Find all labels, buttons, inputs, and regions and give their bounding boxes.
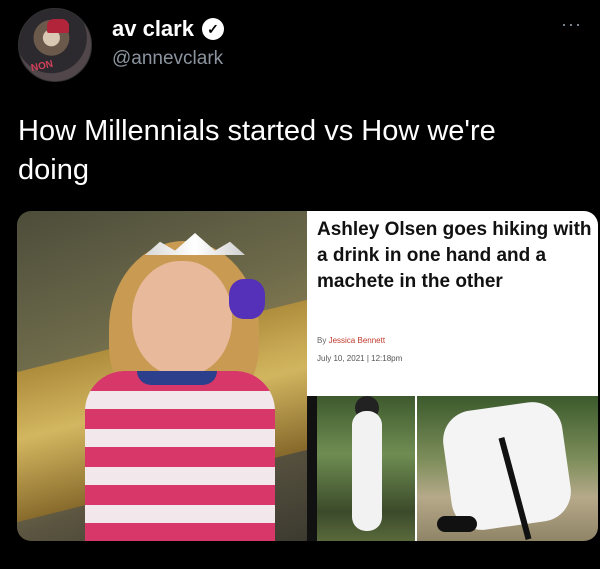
hiking-photo-1 [317, 396, 417, 541]
hiking-photo-2 [417, 396, 598, 541]
photo-hair-bow [229, 279, 265, 319]
photo-girl-face [132, 261, 232, 376]
photo-shirt-collar [137, 371, 217, 385]
article-screenshot: Ashley Olsen goes hiking with a drink in… [307, 211, 598, 396]
article-byline: By Jessica Bennett [317, 336, 385, 345]
more-options-icon[interactable]: ··· [561, 14, 582, 35]
article-date: July 10, 2021 [317, 354, 365, 363]
byline-prefix: By [317, 336, 327, 345]
display-name[interactable]: av clark [112, 16, 194, 42]
photo-striped-shirt [85, 371, 275, 541]
tweet-media[interactable]: Ashley Olsen goes hiking with a drink in… [17, 211, 598, 541]
article-time: 12:18pm [371, 354, 403, 363]
name-row: av clark ✓ [112, 16, 224, 42]
article-author: Jessica Bennett [328, 336, 386, 345]
dateline-separator: | [366, 354, 369, 363]
hiker-figure [352, 411, 382, 531]
avatar-cap [47, 19, 69, 33]
hiker-shoe [437, 516, 477, 532]
article-headline: Ashley Olsen goes hiking with a drink in… [317, 219, 592, 292]
article-dateline: July 10, 2021 | 12:18pm [317, 354, 402, 363]
childhood-photo [17, 211, 307, 541]
photo-tiara [145, 233, 245, 255]
tweet-text: How Millennials started vs How we're doi… [18, 115, 496, 186]
avatar-shirt-text: NON [30, 58, 55, 75]
user-handle[interactable]: @annevclark [112, 48, 223, 70]
avatar[interactable]: NON [18, 8, 92, 82]
tweet-header: NON av clark ✓ @annevclark ··· [18, 8, 588, 82]
verified-badge-icon: ✓ [201, 18, 224, 40]
